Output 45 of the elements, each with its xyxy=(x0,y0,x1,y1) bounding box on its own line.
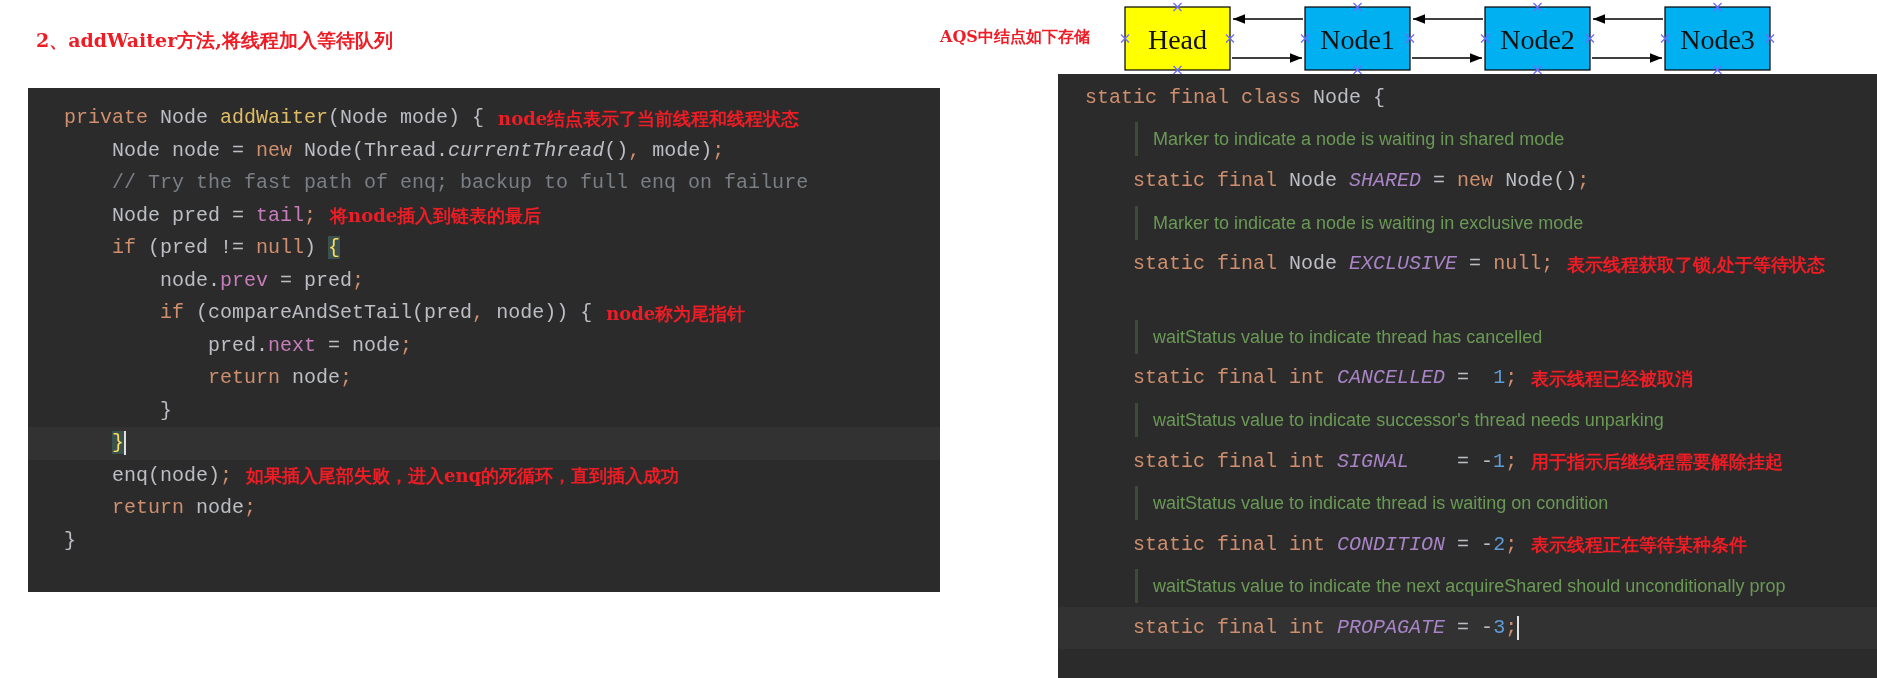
code-text: private Node addWaiter(Node mode) { xyxy=(64,105,485,132)
text-cursor xyxy=(124,431,127,456)
doc-comment: waitStatus value to indicate thread is waiting on condition xyxy=(1135,486,1609,521)
code-text: if (compareAndSetTail(pred, node)) { xyxy=(159,300,593,327)
doc-comment: Marker to indicate a node is waiting in exclusive mode xyxy=(1135,205,1584,240)
annotation: 表示线程获取了锁,处于等待状态 xyxy=(1567,252,1826,277)
arrow xyxy=(1412,14,1484,24)
arrow xyxy=(1591,53,1663,63)
doc-comment: waitStatus value to indicate successor's thread needs unparking xyxy=(1135,402,1664,437)
code-text: static final int PROPAGATE = -3; xyxy=(1132,614,1518,641)
arrow xyxy=(1231,53,1303,63)
section-title: 2、addWaiter方法,将线程加入等待队列 xyxy=(35,28,394,53)
doc-comment: waitStatus value to indicate the next acquireShared should unconditionally prop xyxy=(1135,569,1786,604)
diagram-caption: AQS中结点如下存储 xyxy=(940,26,1091,48)
arrow xyxy=(1411,53,1483,63)
code-text: enq(node); xyxy=(111,462,233,489)
doc-comment: waitStatus value to indicate thread has cancelled xyxy=(1135,319,1543,354)
annotation: node称为尾指针 xyxy=(606,301,746,326)
code-text: Node pred = tail; xyxy=(111,202,317,229)
code-text: static final Node SHARED = new Node(); xyxy=(1132,168,1590,194)
code-text: // Try the fast path of enq; backup to full enq on failure xyxy=(111,170,809,197)
code-text: static final int CONDITION = -2; xyxy=(1132,531,1518,558)
code-text: pred.next = node; xyxy=(207,332,413,359)
code-text: return node; xyxy=(207,365,353,392)
arrow xyxy=(1592,14,1664,24)
code-text: } xyxy=(64,527,76,554)
annotation: 如果插入尾部失败，进入enq的死循环，直到插入成功 xyxy=(246,464,680,489)
annotation: 表示线程已经被取消 xyxy=(1531,366,1694,391)
code-text: static final int SIGNAL = -1; xyxy=(1132,448,1518,475)
code-text: return node; xyxy=(111,495,257,522)
code-text: if (pred != null) { xyxy=(111,235,341,262)
annotation: 表示线程正在等待某种条件 xyxy=(1531,533,1748,558)
code-text: static final int CANCELLED = 1; xyxy=(1132,365,1518,392)
annotation: 将node插入到链表的最后 xyxy=(330,204,542,229)
code-text: Node node = new Node(Thread.currentThread(), mode); xyxy=(111,137,725,164)
annotation: node结点表示了当前线程和线程状态 xyxy=(498,106,800,131)
text-cursor xyxy=(1517,615,1520,640)
code-text: node.prev = pred; xyxy=(159,267,365,294)
doc-comment: Marker to indicate a node is waiting in shared mode xyxy=(1135,122,1565,157)
code-text: } xyxy=(111,430,125,457)
code-text: static final Node EXCLUSIVE = null; xyxy=(1132,251,1554,278)
code-text: } xyxy=(159,397,173,424)
annotation: 用于指示后继线程需要解除挂起 xyxy=(1531,450,1784,475)
code-text: static final class Node { xyxy=(1085,84,1386,111)
arrow xyxy=(1232,14,1304,24)
